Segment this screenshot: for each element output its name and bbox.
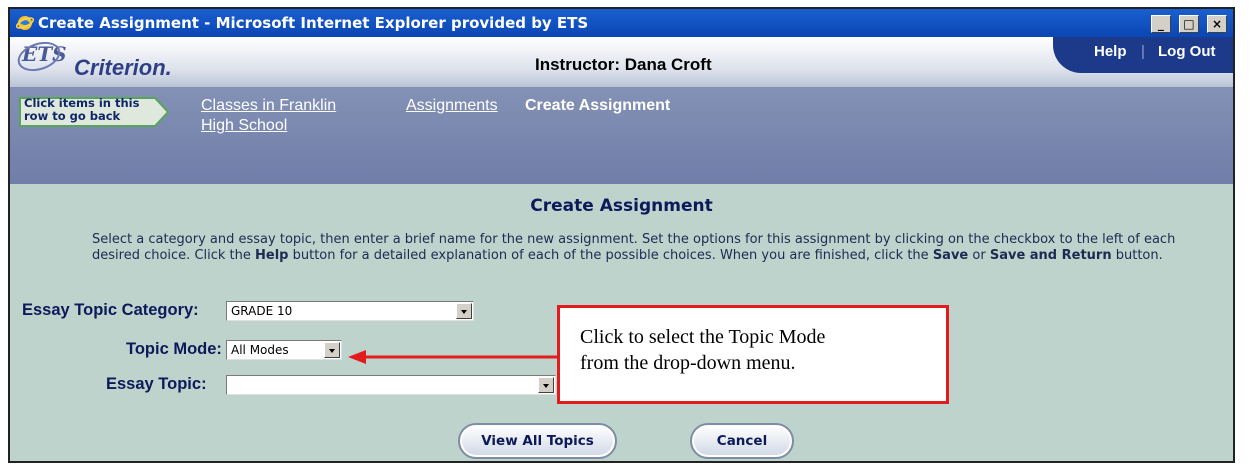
- chevron-down-icon[interactable]: [324, 342, 340, 358]
- window-titlebar: Create Assignment - Microsoft Internet E…: [10, 9, 1233, 37]
- breadcrumb-bar: Click items in this row to go back Class…: [10, 88, 1233, 184]
- breadcrumb-classes[interactable]: Classes in Franklin High School: [201, 96, 336, 136]
- essay-topic-select[interactable]: [226, 375, 556, 395]
- help-tab: Help | Log Out: [1053, 37, 1233, 73]
- brand-header: ETS Criterion. Instructor: Dana Croft He…: [10, 36, 1233, 88]
- minimize-button[interactable]: _: [1150, 15, 1171, 33]
- chevron-down-icon[interactable]: [456, 303, 472, 319]
- instructions-part3: or: [968, 248, 990, 263]
- instructions-help-word: Help: [255, 248, 289, 263]
- essay-topic-label: Essay Topic:: [106, 375, 207, 393]
- topic-mode-label: Topic Mode:: [126, 340, 222, 358]
- close-button[interactable]: ×: [1207, 15, 1227, 33]
- criterion-logo: Criterion.: [74, 55, 172, 80]
- topic-mode-select[interactable]: All Modes: [226, 340, 342, 360]
- callout-line1: Click to select the Topic Mode: [580, 326, 826, 348]
- back-hint: Click items in this row to go back: [24, 97, 139, 123]
- breadcrumb-current: Create Assignment: [525, 97, 671, 114]
- breadcrumb-classes-line2: High School: [201, 117, 288, 134]
- page-heading: Create Assignment: [530, 196, 713, 216]
- chevron-down-icon[interactable]: [538, 377, 554, 393]
- instructions-text: Select a category and essay topic, then …: [92, 232, 1212, 264]
- category-select-value: GRADE 10: [231, 304, 293, 318]
- instruction-callout: Click to select the Topic Mode from the …: [557, 305, 949, 404]
- internet-explorer-icon: [16, 16, 34, 30]
- logout-link[interactable]: Log Out: [1158, 43, 1215, 60]
- category-label: Essay Topic Category:: [22, 301, 199, 319]
- maximize-button[interactable]: □: [1178, 15, 1199, 33]
- instructions-part4: button.: [1111, 248, 1163, 263]
- link-separator: |: [1141, 43, 1145, 60]
- window-title: Create Assignment - Microsoft Internet E…: [38, 14, 589, 32]
- ets-logo: ETS: [13, 36, 67, 77]
- help-link[interactable]: Help: [1094, 43, 1127, 60]
- view-all-topics-button[interactable]: View All Topics: [458, 423, 617, 459]
- topic-mode-select-value: All Modes: [231, 343, 289, 357]
- callout-line2: from the drop-down menu.: [580, 352, 796, 374]
- breadcrumb-classes-line1: Classes in Franklin: [201, 97, 337, 114]
- category-select[interactable]: GRADE 10: [226, 301, 474, 321]
- callout-arrow-icon: [348, 350, 560, 364]
- instructor-name: Instructor: Dana Croft: [535, 55, 712, 74]
- back-hint-line2: row to go back: [24, 109, 121, 123]
- instructions-save-word: Save: [932, 248, 969, 263]
- instructions-part2: button for a detailed explanation of eac…: [288, 248, 933, 263]
- instructions-save-return-word: Save and Return: [989, 248, 1112, 263]
- breadcrumb-assignments[interactable]: Assignments: [406, 96, 498, 116]
- browser-window: Create Assignment - Microsoft Internet E…: [8, 7, 1235, 463]
- cancel-button[interactable]: Cancel: [690, 423, 794, 459]
